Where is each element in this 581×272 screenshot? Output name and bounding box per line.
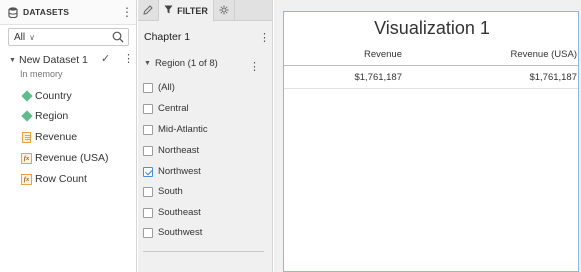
checkmark-icon: ✓ bbox=[101, 53, 111, 65]
chapter-menu-icon[interactable]: ⋮ bbox=[259, 31, 270, 44]
filter-option-label: Northeast bbox=[158, 145, 200, 156]
filter-option[interactable]: Southwest bbox=[143, 226, 202, 239]
filter-option-label: Central bbox=[158, 103, 189, 114]
divider bbox=[143, 251, 264, 252]
filter-option-label: Mid-Atlantic bbox=[158, 124, 208, 135]
row-divider bbox=[284, 88, 578, 89]
field-label: Row Count bbox=[35, 173, 87, 185]
measure-icon bbox=[21, 131, 32, 143]
filter-option-label: Southwest bbox=[158, 227, 203, 238]
datasets-header: DATASETS ⋮ bbox=[0, 0, 136, 25]
pencil-icon bbox=[143, 4, 153, 17]
filter-option[interactable]: South bbox=[143, 185, 183, 198]
datasets-title: DATASETS bbox=[23, 7, 70, 17]
field-revenue[interactable]: Revenue bbox=[21, 130, 77, 144]
database-icon bbox=[8, 6, 18, 18]
gear-icon bbox=[219, 5, 229, 17]
filter-option[interactable]: Southeast bbox=[143, 206, 201, 219]
checkbox[interactable] bbox=[143, 207, 153, 218]
dimension-diamond-icon bbox=[20, 90, 33, 102]
dataset-filter-value: All bbox=[14, 31, 26, 43]
tab-edit[interactable] bbox=[138, 0, 159, 21]
checkbox[interactable] bbox=[143, 227, 153, 238]
checkbox[interactable] bbox=[143, 145, 153, 156]
dataset-menu-icon[interactable]: ⋮ bbox=[123, 52, 134, 65]
panel-tabs: FILTER bbox=[138, 0, 272, 22]
filter-option[interactable]: Northeast bbox=[143, 144, 199, 157]
filter-panel: FILTER Chapter 1 ⋮ ▼ Region (1 of 8) ⋮ (… bbox=[138, 0, 273, 272]
filter-option[interactable]: Central bbox=[143, 102, 189, 115]
field-country[interactable]: Country bbox=[20, 89, 72, 103]
dataset-name: New Dataset 1 bbox=[19, 54, 88, 66]
table-cell: $1,761,187 bbox=[529, 72, 577, 83]
search-icon[interactable] bbox=[112, 31, 124, 43]
field-row-count[interactable]: fx Row Count bbox=[21, 172, 87, 186]
filter-option[interactable]: Mid-Atlantic bbox=[143, 123, 208, 136]
chapter-title: Chapter 1 bbox=[144, 31, 191, 43]
visualization-card[interactable]: Visualization 1 Revenue Revenue (USA) $1… bbox=[283, 11, 579, 272]
filter-option[interactable]: Northwest bbox=[143, 165, 201, 178]
funnel-icon bbox=[164, 5, 173, 16]
chevron-down-icon: ∨ bbox=[29, 32, 35, 42]
tab-filter[interactable]: FILTER bbox=[159, 0, 214, 22]
filter-group-label: Region (1 of 8) bbox=[154, 58, 218, 69]
datasets-panel: DATASETS ⋮ All ∨ ▼ New Dataset 1 ✓ ⋮ In … bbox=[0, 0, 137, 272]
dimension-diamond-icon bbox=[20, 110, 33, 122]
filter-option[interactable]: (All) bbox=[143, 81, 175, 94]
filter-group-region[interactable]: ▼ Region (1 of 8) bbox=[144, 58, 218, 69]
filter-option-label: Northwest bbox=[158, 166, 201, 177]
field-region[interactable]: Region bbox=[20, 109, 69, 123]
calculated-measure-icon: fx bbox=[21, 173, 32, 185]
datasets-menu-icon[interactable]: ⋮ bbox=[121, 6, 133, 18]
checkbox-checked[interactable] bbox=[143, 166, 153, 177]
filter-group-menu-icon[interactable]: ⋮ bbox=[249, 60, 260, 73]
header-divider bbox=[284, 65, 578, 66]
tab-settings[interactable] bbox=[214, 0, 235, 21]
checkbox[interactable] bbox=[143, 186, 153, 197]
filter-option-label: Southeast bbox=[158, 207, 201, 218]
filter-option-label: South bbox=[158, 186, 183, 197]
column-header-revenue-usa[interactable]: Revenue (USA) bbox=[510, 49, 577, 60]
table-cell: $1,761,187 bbox=[354, 72, 402, 83]
collapse-caret-icon[interactable]: ▼ bbox=[9, 57, 19, 64]
checkbox[interactable] bbox=[143, 103, 153, 114]
field-label: Region bbox=[35, 110, 69, 122]
column-header-revenue[interactable]: Revenue bbox=[364, 49, 402, 60]
calculated-measure-icon: fx bbox=[21, 152, 32, 164]
checkbox[interactable] bbox=[143, 82, 153, 93]
field-revenue-usa[interactable]: fx Revenue (USA) bbox=[21, 151, 109, 165]
field-label: Revenue (USA) bbox=[35, 152, 109, 164]
filter-option-label: (All) bbox=[158, 82, 175, 93]
collapse-caret-icon[interactable]: ▼ bbox=[144, 60, 151, 67]
dataset-filter-select[interactable]: All ∨ bbox=[8, 28, 129, 46]
checkbox[interactable] bbox=[143, 124, 153, 135]
visualization-title: Visualization 1 bbox=[374, 18, 490, 38]
dataset-subtitle: In memory bbox=[20, 69, 63, 79]
field-label: Country bbox=[35, 90, 72, 102]
dataset-row[interactable]: ▼ New Dataset 1 ✓ ⋮ bbox=[9, 52, 134, 67]
field-label: Revenue bbox=[35, 131, 78, 143]
tab-filter-label: FILTER bbox=[177, 5, 208, 16]
